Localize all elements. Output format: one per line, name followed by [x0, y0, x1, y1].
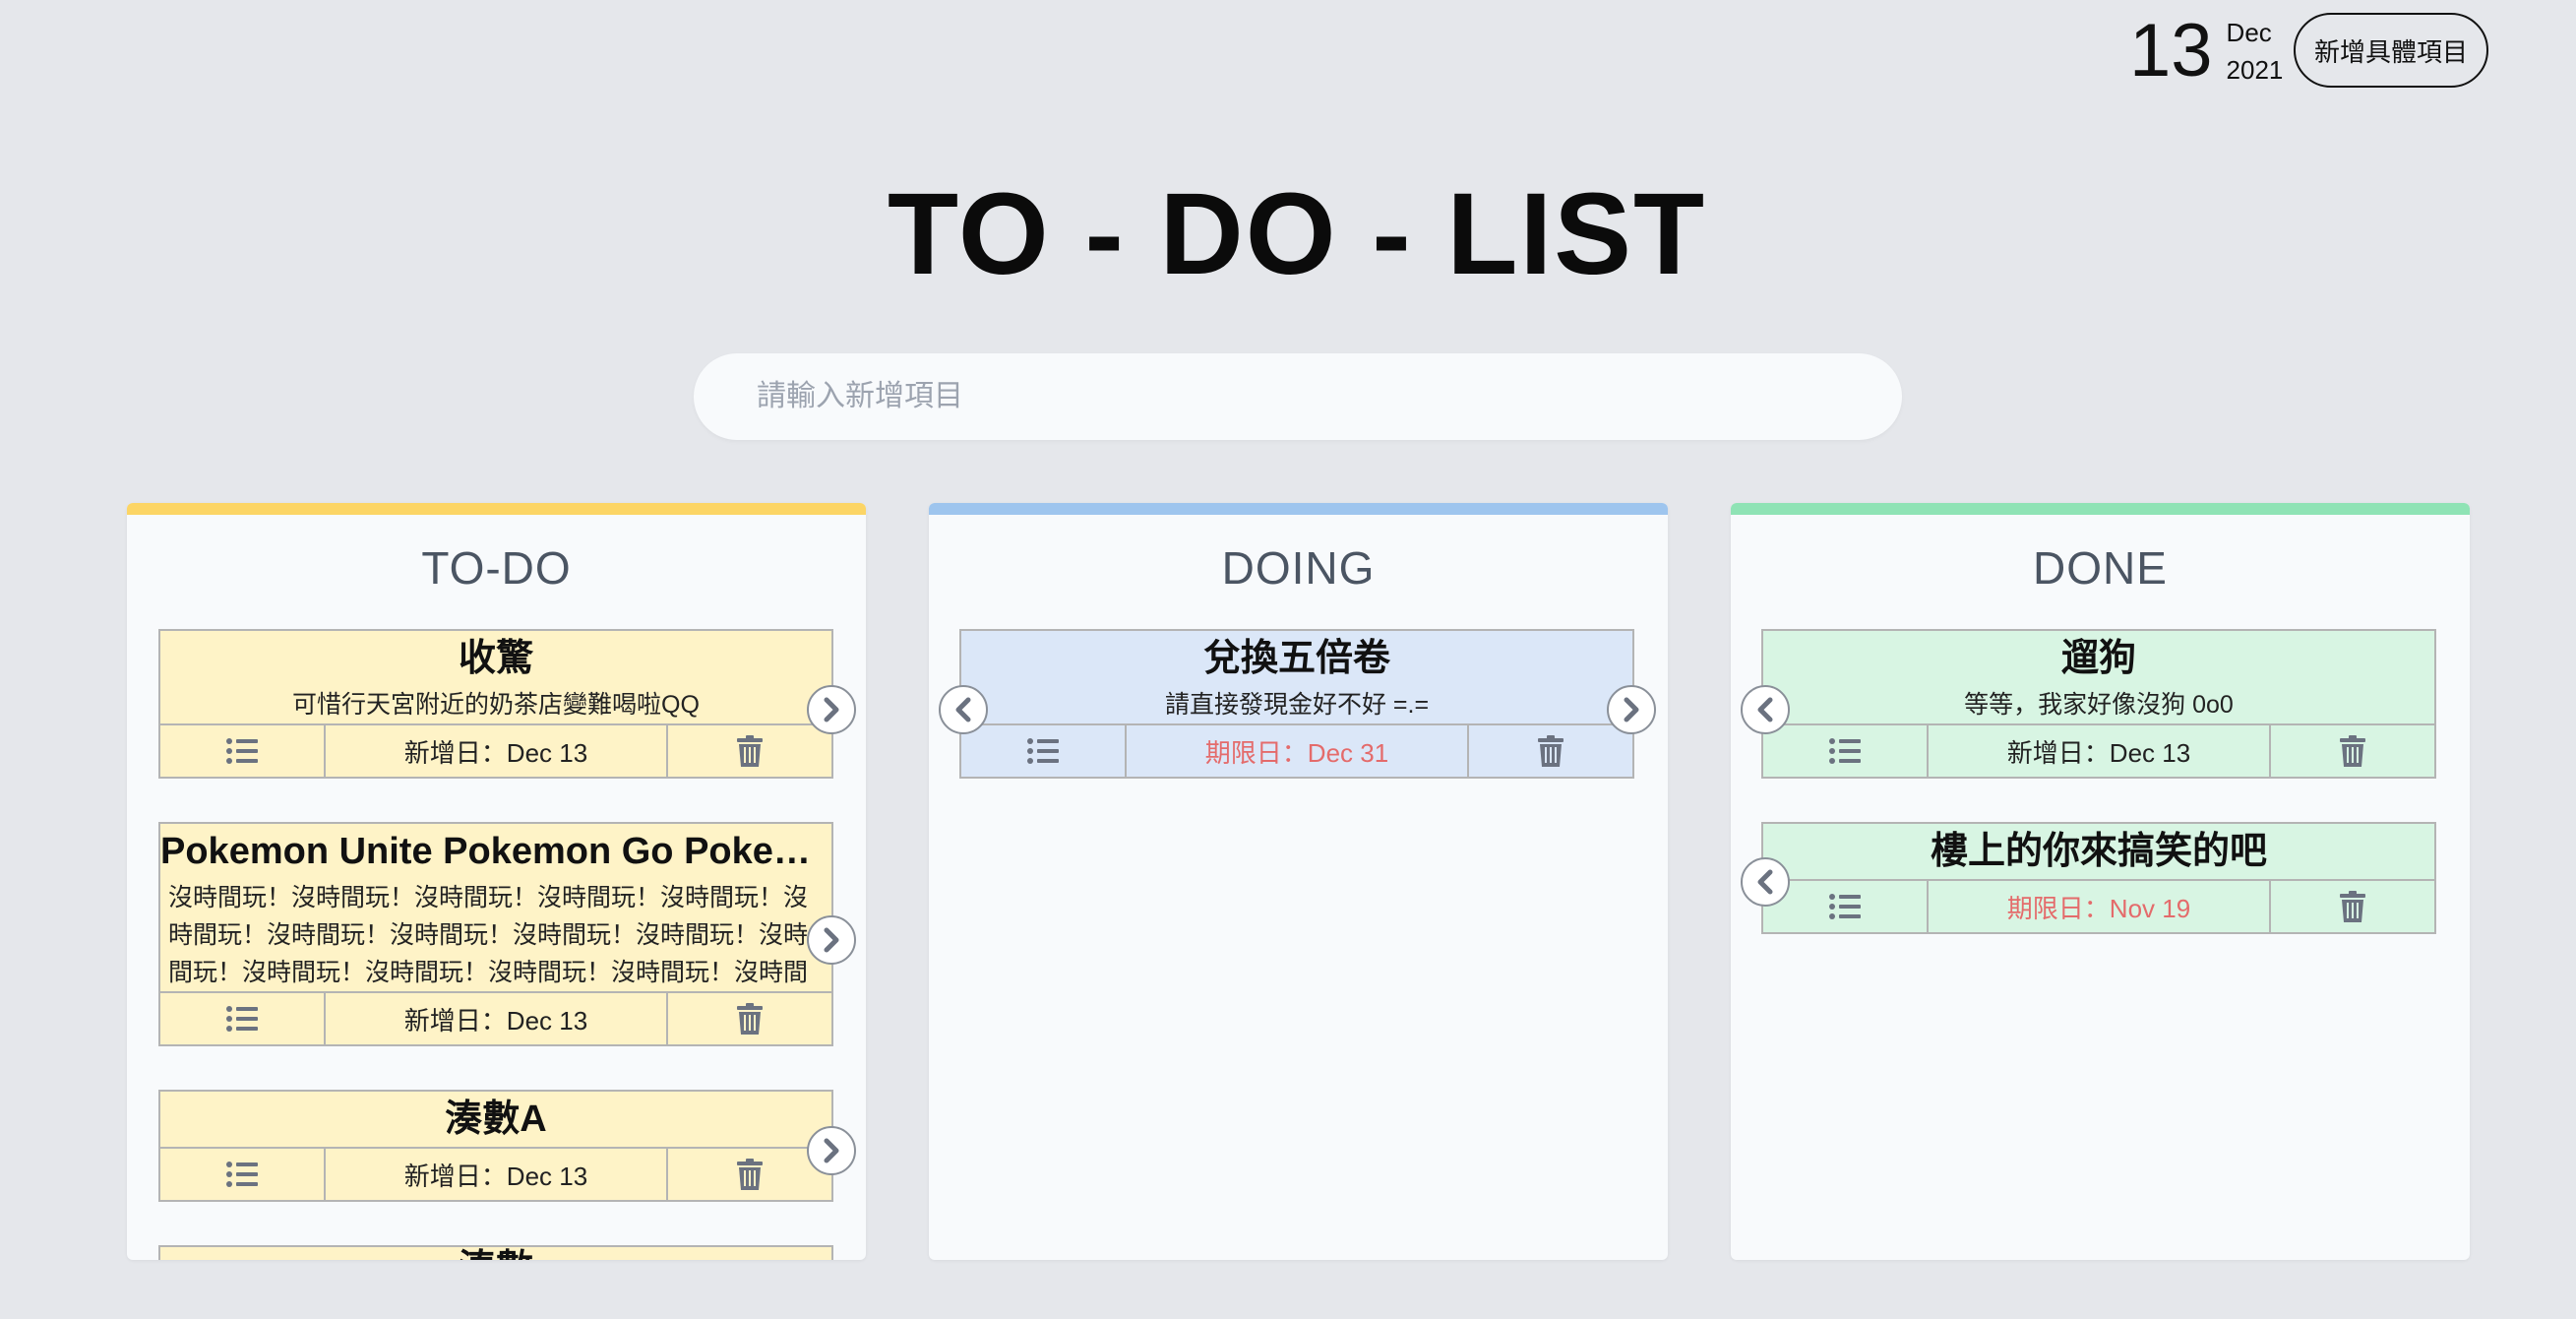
card-date: 新增日：Dec 13	[1927, 725, 2271, 777]
details-button[interactable]	[160, 993, 324, 1044]
delete-button[interactable]	[1469, 725, 1632, 777]
trash-icon	[2340, 735, 2365, 767]
trash-icon	[2340, 891, 2365, 922]
done-card[interactable]: 樓上的你來搞笑的吧 期限日：Nov 19	[1761, 822, 2436, 934]
column-title: DOING	[1221, 542, 1376, 594]
list-icon	[1829, 738, 1861, 764]
column-accent-bar	[929, 503, 1668, 515]
delete-button[interactable]	[668, 993, 831, 1044]
trash-icon	[737, 1003, 763, 1035]
card-footer: 新增日：Dec 13	[160, 1147, 831, 1200]
page: 13 Dec 2021 新增具體項目 TO - DO - LIST TO-DO …	[0, 0, 2576, 1319]
card-footer: 新增日：Dec 13	[160, 723, 831, 777]
date-day: 13	[2129, 9, 2213, 93]
card-title: 兌換五倍卷	[1202, 638, 1390, 679]
card-footer: 新增日：Dec 13	[1763, 723, 2434, 777]
chevron-right-icon	[1624, 697, 1639, 722]
done-card[interactable]: 遛狗 等等，我家好像沒狗 0o0 新增日：Dec 13	[1761, 629, 2436, 779]
delete-button[interactable]	[668, 725, 831, 777]
add-detailed-item-button[interactable]: 新增具體項目	[2294, 13, 2488, 88]
details-button[interactable]	[160, 725, 324, 777]
card-title: 樓上的你來搞笑的吧	[1930, 831, 2267, 872]
new-item-input[interactable]	[694, 353, 1902, 440]
date-month: Dec	[2226, 18, 2272, 47]
list-icon	[226, 1006, 258, 1032]
card-date: 新增日：Dec 13	[324, 993, 668, 1044]
list-icon	[226, 1162, 258, 1187]
card-description: 沒時間玩！沒時間玩！沒時間玩！沒時間玩！沒時間玩！沒時間玩！沒時間玩！沒時間玩！…	[168, 884, 809, 986]
date-year: 2021	[2226, 55, 2284, 85]
card-title: Pokemon Unite Pokemon Go Pokem...	[160, 831, 831, 872]
column-accent-bar	[1731, 503, 2470, 515]
trash-icon	[737, 735, 763, 767]
card-footer: 期限日：Nov 19	[1763, 879, 2434, 932]
todo-card[interactable]: Pokemon Unite Pokemon Go Pokem... 沒時間玩！沒…	[158, 822, 833, 1046]
delete-button[interactable]	[2271, 881, 2434, 932]
todo-card[interactable]: 收驚 可惜行天宮附近的奶茶店變難喝啦QQ 新增日：Dec 13	[158, 629, 833, 779]
page-title: TO - DO - LIST	[887, 169, 1707, 299]
card-footer: 期限日：Dec 31	[961, 723, 1632, 777]
chevron-left-icon	[1757, 869, 1773, 895]
trash-icon	[737, 1159, 763, 1190]
move-right-button[interactable]	[807, 1126, 856, 1175]
card-title: 湊數A	[445, 1099, 547, 1140]
list-icon	[1027, 738, 1059, 764]
move-left-button[interactable]	[1741, 857, 1790, 907]
list-icon	[226, 738, 258, 764]
chevron-right-icon	[824, 927, 839, 953]
details-button[interactable]	[1763, 725, 1927, 777]
column-title: TO-DO	[421, 542, 572, 594]
card-description: 請直接發現金好不好 =.=	[1164, 691, 1430, 719]
date-month-year: Dec 2021	[2227, 14, 2284, 89]
delete-button[interactable]	[2271, 725, 2434, 777]
card-date: 期限日：Nov 19	[1927, 881, 2271, 932]
card-description: 等等，我家好像沒狗 0o0	[1964, 691, 2234, 719]
move-left-button[interactable]	[939, 685, 988, 734]
move-right-button[interactable]	[1607, 685, 1656, 734]
chevron-left-icon	[1757, 697, 1773, 722]
column-clip: 湊數	[127, 1240, 866, 1260]
column-doing: DOING	[929, 503, 1668, 1260]
card-date: 期限日：Dec 31	[1125, 725, 1469, 777]
current-date: 13 Dec 2021	[2129, 14, 2283, 89]
card-title: 湊數	[160, 1241, 831, 1260]
details-button[interactable]	[160, 1149, 324, 1200]
chevron-left-icon	[955, 697, 971, 722]
card-date: 新增日：Dec 13	[324, 725, 668, 777]
column-title: DONE	[2033, 542, 2168, 594]
card-footer: 新增日：Dec 13	[160, 991, 831, 1044]
doing-card[interactable]: 兌換五倍卷 請直接發現金好不好 =.= 期限日：Dec 31	[959, 629, 1634, 779]
todo-card[interactable]: 湊數	[158, 1245, 833, 1260]
move-right-button[interactable]	[807, 685, 856, 734]
trash-icon	[1538, 735, 1564, 767]
move-right-button[interactable]	[807, 915, 856, 965]
column-accent-bar	[127, 503, 866, 515]
todo-card[interactable]: 湊數A 新增日：Dec 13	[158, 1090, 833, 1202]
chevron-right-icon	[824, 1138, 839, 1163]
chevron-right-icon	[824, 697, 839, 722]
card-description: 可惜行天宮附近的奶茶店變難喝啦QQ	[292, 691, 700, 719]
move-left-button[interactable]	[1741, 685, 1790, 734]
card-date: 新增日：Dec 13	[324, 1149, 668, 1200]
card-title: 遛狗	[2060, 638, 2136, 679]
details-button[interactable]	[961, 725, 1125, 777]
card-title: 收驚	[458, 638, 533, 679]
list-icon	[1829, 894, 1861, 919]
